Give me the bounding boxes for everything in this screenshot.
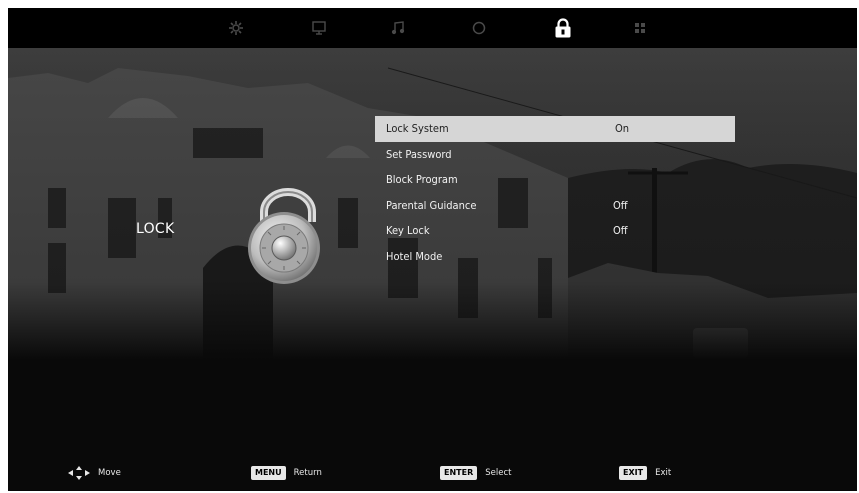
grid-icon [635,23,645,33]
tab-apps[interactable] [625,14,655,42]
hint-move: Move [68,466,121,480]
menu-item-label: Block Program [386,173,458,186]
menu-item-parental-guidance[interactable]: Parental Guidance Off [375,193,735,219]
music-note-icon [391,21,405,35]
menu-item-label: Lock System [386,122,449,135]
menu-item-lock-system[interactable]: Lock System On [375,116,735,142]
menu-item-label: Key Lock [386,224,430,237]
dpad-icon [68,466,90,480]
top-tab-bar [8,8,857,48]
footer-hints: Move MENU Return ENTER Select EXIT Exit [8,460,857,490]
menu-item-label: Parental Guidance [386,198,477,212]
page-title: LOCK [136,221,175,237]
tab-settings[interactable] [221,14,251,42]
monitor-icon [312,21,326,35]
exit-key[interactable]: EXIT [619,466,648,480]
tab-sound[interactable] [383,14,413,42]
menu-item-label: Set Password [386,147,452,161]
padlock-illustration [248,188,320,284]
hint-exit-label: Exit [655,468,672,478]
gear-icon [229,21,243,35]
hint-select-label: Select [485,468,512,478]
lock-icon [555,18,571,38]
hint-select: ENTER Select [440,466,511,480]
menu-item-set-password[interactable]: Set Password [375,142,735,168]
menu-key[interactable]: MENU [251,466,286,480]
menu-item-key-lock[interactable]: Key Lock Off [375,218,735,244]
lock-options-menu: Lock System On Set Password Block Progra… [375,116,735,269]
menu-item-label: Hotel Mode [386,249,443,263]
tab-time[interactable] [464,14,494,42]
enter-key[interactable]: ENTER [440,466,478,480]
menu-item-hotel-mode[interactable]: Hotel Mode [375,244,735,270]
hint-move-label: Move [98,468,121,478]
hint-return-label: Return [293,468,322,478]
tv-screen: LOCK Lock System On Set Password Block P… [8,8,857,491]
hint-return: MENU Return [251,466,322,480]
menu-item-value: Off [613,224,628,237]
menu-item-block-program[interactable]: Block Program [375,167,735,193]
tab-lock[interactable] [548,14,578,42]
circle-icon [472,21,486,35]
tab-picture[interactable] [304,14,334,42]
hint-exit: EXIT Exit [619,466,671,480]
menu-item-value: On [615,122,630,135]
menu-item-value: Off [613,198,628,212]
